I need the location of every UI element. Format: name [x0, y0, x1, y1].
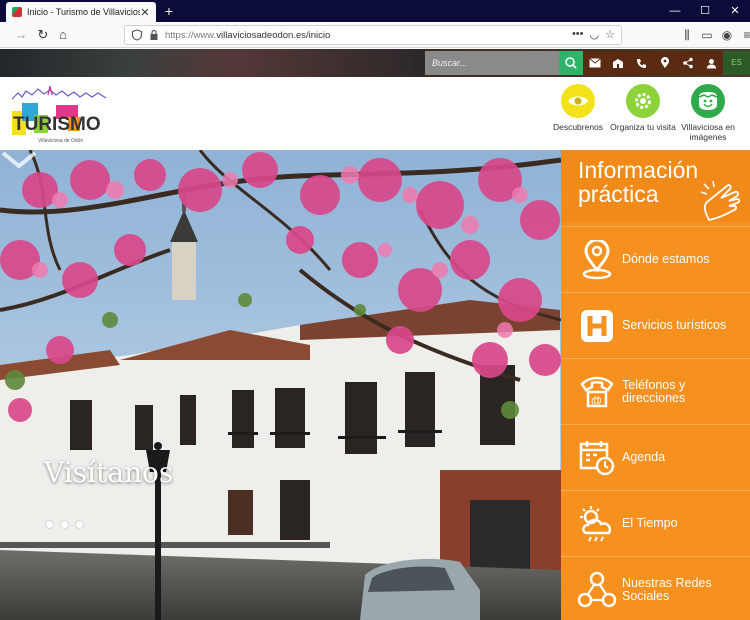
site-search-input[interactable]: [425, 51, 559, 75]
svg-text:@: @: [591, 395, 602, 407]
smiley-face-icon: [691, 84, 725, 118]
pointing-hand-icon: [700, 180, 741, 222]
slider-dot[interactable]: [45, 520, 54, 529]
language-selector[interactable]: ES: [723, 51, 750, 75]
info-item-label: El Tiempo: [622, 516, 678, 530]
nav-label: Descubrenos: [552, 122, 604, 132]
tab-title: Inicio - Turismo de Villaviciosa: [27, 7, 140, 17]
info-item-label: Nuestras Redes Sociales: [622, 575, 712, 603]
info-item-telefonos[interactable]: @ Teléfonos y direcciones: [561, 358, 750, 424]
hero-slider: Visítanos: [0, 150, 561, 620]
sidebar-icon[interactable]: ▭: [698, 26, 716, 44]
share-icon[interactable]: [676, 51, 699, 75]
info-item-agenda[interactable]: Agenda: [561, 424, 750, 490]
address-bar[interactable]: https://www. villaviciosadeodon.es/inicio…: [124, 25, 622, 45]
user-icon[interactable]: [699, 51, 722, 75]
calendar-clock-icon: [574, 435, 620, 481]
building-icon[interactable]: [606, 51, 629, 75]
nav-descubrenos[interactable]: Descubrenos: [545, 84, 611, 132]
info-item-label: Teléfonos y direcciones: [622, 377, 686, 405]
browser-tab[interactable]: Inicio - Turismo de Villaviciosa ✕: [6, 2, 156, 22]
bookmark-star-icon[interactable]: ☆: [605, 28, 615, 41]
info-item-servicios[interactable]: Servicios turísticos: [561, 292, 750, 358]
screen: Inicio - Turismo de Villaviciosa ✕ + — ☐…: [0, 0, 750, 620]
info-item-label: Agenda: [622, 450, 666, 464]
page-actions-icon[interactable]: •••: [572, 28, 584, 41]
turismo-logo[interactable]: TURISMO Villaviciosa de Odón: [8, 81, 113, 145]
browser-nav-bar: → ↻ ⌂ https://www. villaviciosadeodon.es/…: [0, 22, 750, 48]
account-icon[interactable]: ◉: [718, 26, 736, 44]
lock-icon: [150, 29, 158, 40]
logo-text: TURISMO: [13, 114, 101, 135]
slider-dot-active[interactable]: [60, 520, 69, 529]
info-panel-header: Información práctica: [561, 150, 750, 222]
info-item-redes[interactable]: Nuestras Redes Sociales: [561, 556, 750, 620]
info-item-tiempo[interactable]: El Tiempo: [561, 490, 750, 556]
scroll-down-chevron-icon[interactable]: [0, 150, 38, 170]
info-item-label: Servicios turísticos: [622, 318, 727, 332]
window-minimize-button[interactable]: —: [660, 0, 690, 22]
window-maximize-button[interactable]: ☐: [690, 0, 720, 22]
new-tab-button[interactable]: +: [160, 3, 178, 19]
info-panel: Información práctica Dónde estamos Servi…: [561, 150, 750, 620]
weather-icon: [574, 501, 620, 547]
library-icon[interactable]: ⫼: [678, 26, 696, 44]
hero-image: [0, 150, 561, 620]
pocket-icon[interactable]: ◡: [590, 28, 600, 41]
top-strip-photo: [0, 49, 425, 77]
site-header: TURISMO Villaviciosa de Odón Descubrenos…: [0, 77, 750, 150]
url-text: villaviciosadeodon.es/inicio: [216, 29, 331, 41]
map-pin-icon: [574, 237, 620, 283]
location-pin-icon[interactable]: [653, 51, 676, 75]
hotel-h-icon: [574, 303, 620, 349]
back-arrow-icon[interactable]: →: [12, 26, 30, 44]
home-icon[interactable]: ⌂: [54, 26, 72, 44]
url-protocol: https://www.: [165, 29, 217, 41]
eye-icon: [561, 84, 595, 118]
social-network-icon: [574, 567, 620, 613]
slider-dots: [45, 520, 84, 529]
info-item-donde-estamos[interactable]: Dónde estamos: [561, 226, 750, 292]
logo-subtitle: Villaviciosa de Odón: [38, 138, 83, 144]
search-button[interactable]: [559, 51, 583, 75]
nav-imagenes[interactable]: Villaviciosa en imágenes: [675, 84, 741, 142]
nav-label: Villaviciosa en imágenes: [681, 122, 735, 142]
nav-organiza[interactable]: Organiza tu visita: [610, 84, 676, 132]
hero-title: Visítanos: [44, 456, 174, 489]
window-close-button[interactable]: ✕: [720, 0, 750, 22]
menu-icon[interactable]: ≡: [738, 26, 750, 44]
phone-icon[interactable]: [630, 51, 653, 75]
tracking-shield-icon: [131, 29, 143, 41]
site-favicon-icon: [12, 7, 22, 17]
reload-icon[interactable]: ↻: [34, 26, 52, 44]
phone-mail-icon: @: [574, 369, 620, 415]
info-item-label: Dónde estamos: [622, 252, 710, 266]
mail-icon[interactable]: [583, 51, 606, 75]
gear-icon: [626, 84, 660, 118]
browser-tab-bar: Inicio - Turismo de Villaviciosa ✕ + — ☐…: [0, 0, 750, 22]
slider-dot[interactable]: [75, 520, 84, 529]
close-tab-icon[interactable]: ✕: [140, 6, 150, 19]
contact-icons-bar: [583, 51, 723, 75]
search-icon: [565, 57, 577, 69]
nav-label: Organiza tu visita: [610, 122, 676, 132]
